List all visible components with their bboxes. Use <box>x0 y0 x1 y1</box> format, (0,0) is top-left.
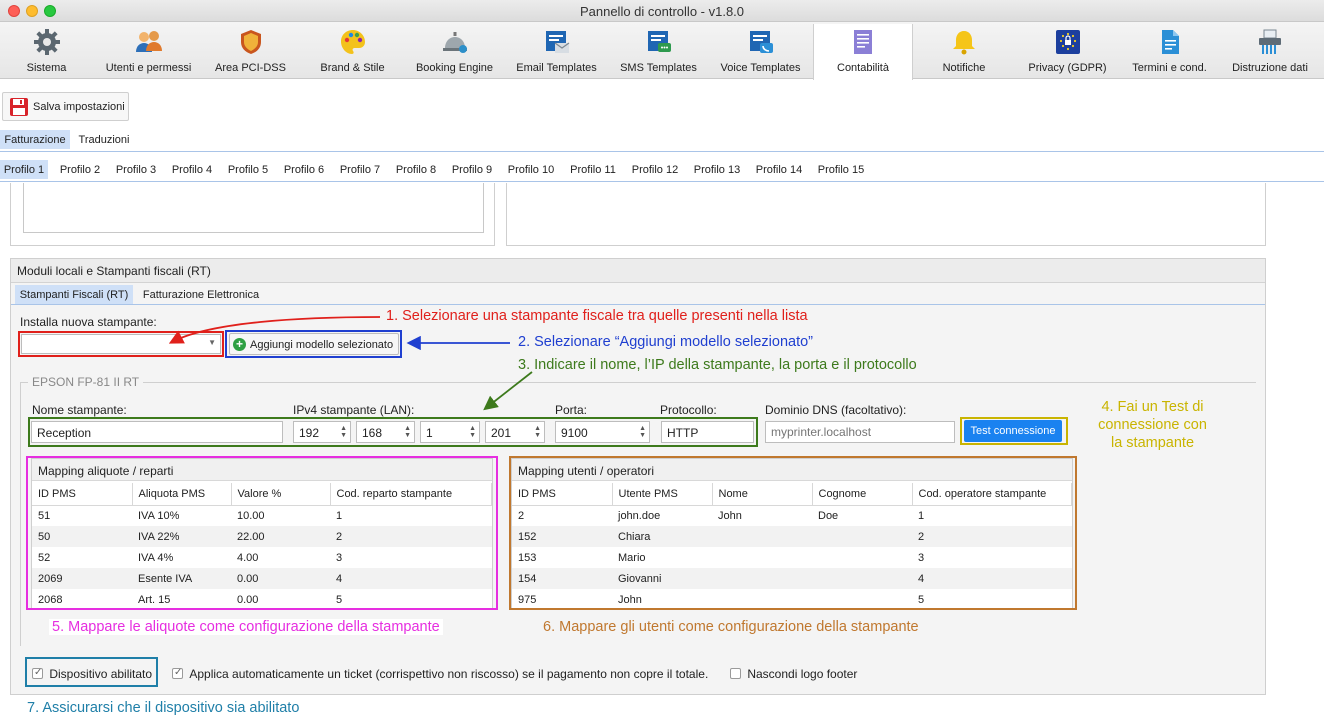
toolbar-item-email-templates[interactable]: Email Templates <box>501 24 612 79</box>
step7-note: 7. Assicurarsi che il dispositivo sia ab… <box>27 700 300 716</box>
bell-icon <box>953 31 975 55</box>
step1-highlight <box>18 331 224 357</box>
toolbar-item-contabilita[interactable]: Contabilità <box>813 24 913 80</box>
tab-profilo-10[interactable]: Profilo 10 <box>503 160 559 179</box>
upper-left-panel <box>10 183 495 246</box>
tab-profilo-15[interactable]: Profilo 15 <box>813 160 869 179</box>
step3-note: 3. Indicare il nome, l’IP della stampant… <box>518 357 917 373</box>
toolbar-item-utenti[interactable]: Utenti e permessi <box>93 24 204 79</box>
toolbar-item-voice-templates[interactable]: Voice Templates <box>705 24 816 79</box>
window-title: Pannello di controllo - v1.8.0 <box>579 4 745 19</box>
hide-logo-checkbox[interactable]: Nascondi logo footer <box>730 667 857 681</box>
gear-icon <box>33 29 60 55</box>
tab-fatturazione[interactable]: Fatturazione <box>0 130 70 149</box>
toolbar-item-privacy[interactable]: Privacy (GDPR) <box>1012 24 1123 79</box>
toolbar-label: Sistema <box>26 62 67 74</box>
toolbar-label: Termini e cond. <box>1132 62 1207 74</box>
protocol-label: Protocollo: <box>660 403 717 417</box>
printer-group-title: EPSON FP-81 II RT <box>28 375 144 389</box>
toolbar-item-sms-templates[interactable]: SMS Templates <box>612 24 705 79</box>
toolbar-label: Booking Engine <box>415 62 494 74</box>
toolbar-label: Notifiche <box>942 62 986 74</box>
toolbar-label: Utenti e permessi <box>105 62 192 74</box>
tab-profilo-9[interactable]: Profilo 9 <box>447 160 497 179</box>
toolbar-label: Contabilità <box>837 62 889 74</box>
toolbar-label: Voice Templates <box>720 62 801 74</box>
toolbar-label: SMS Templates <box>620 62 697 74</box>
printer-ip-label: IPv4 stampante (LAN): <box>293 403 415 417</box>
toolbar-item-termini[interactable]: Termini e cond. <box>1123 24 1216 79</box>
upper-left-textarea[interactable] <box>23 183 484 233</box>
ledger-icon <box>854 30 872 54</box>
checkbox-unchecked-icon <box>730 668 741 679</box>
toolbar-label: Area PCI-DSS <box>215 62 286 74</box>
voice-template-icon <box>749 31 773 53</box>
shredder-icon <box>1259 29 1281 54</box>
tab-profilo-11[interactable]: Profilo 11 <box>565 160 621 179</box>
checkbox-checked-icon <box>172 667 183 679</box>
window-titlebar: Pannello di controllo - v1.8.0 <box>0 0 1324 22</box>
shield-icon <box>240 30 261 54</box>
document-icon <box>1161 30 1179 54</box>
tab-profilo-12[interactable]: Profilo 12 <box>627 160 683 179</box>
rt-section-title: Moduli locali e Stampanti fiscali (RT) <box>17 264 211 278</box>
toolbar-item-pci-dss[interactable]: Area PCI-DSS <box>204 24 297 79</box>
port-label: Porta: <box>555 403 588 417</box>
toolbar-item-notifiche[interactable]: Notifiche <box>916 24 1012 79</box>
tab-profilo-5[interactable]: Profilo 5 <box>223 160 273 179</box>
floppy-disk-icon <box>10 98 28 116</box>
step5-note: 5. Mappare le aliquote come configurazio… <box>49 619 443 635</box>
email-template-icon <box>545 31 569 53</box>
toolbar-item-sistema[interactable]: Sistema <box>0 24 93 79</box>
dns-input[interactable] <box>765 421 955 443</box>
users-icon <box>135 31 162 52</box>
step5-highlight <box>26 456 498 610</box>
tab-profilo-8[interactable]: Profilo 8 <box>391 160 441 179</box>
step4-note: 4. Fai un Test di connessione con la sta… <box>1098 399 1207 451</box>
step1-note: 1. Selezionare una stampante fiscale tra… <box>386 308 808 324</box>
gdpr-lock-icon <box>1055 30 1080 54</box>
tab-profilo-14[interactable]: Profilo 14 <box>751 160 807 179</box>
tab-fatturazione-elettronica[interactable]: Fatturazione Elettronica <box>139 285 263 304</box>
auto-ticket-label: Applica automaticamente un ticket (corri… <box>189 667 709 681</box>
step2-note: 2. Selezionare “Aggiungi modello selezio… <box>518 334 814 350</box>
sms-template-icon <box>647 31 671 52</box>
toolbar-item-distruzione[interactable]: Distruzione dati <box>1216 24 1324 79</box>
step7-highlight <box>25 657 158 687</box>
auto-ticket-checkbox[interactable]: Applica automaticamente un ticket (corri… <box>172 667 708 681</box>
profile-tab-bar: Profilo 1 Profilo 2 Profilo 3 Profilo 4 … <box>0 160 1324 182</box>
main-toolbar: Sistema Utenti e permessi Area PCI-DSS B… <box>0 22 1324 80</box>
tab-stampanti-fiscali[interactable]: Stampanti Fiscali (RT) <box>15 285 133 304</box>
main-tab-bar: Fatturazione Traduzioni <box>0 130 1324 152</box>
tab-profilo-7[interactable]: Profilo 7 <box>335 160 385 179</box>
step2-highlight <box>225 330 402 358</box>
service-bell-icon <box>442 32 467 53</box>
save-settings-label: Salva impostazioni <box>33 101 125 113</box>
toolbar-label: Brand & Stile <box>320 62 385 74</box>
tab-profilo-2[interactable]: Profilo 2 <box>55 160 105 179</box>
tab-profilo-3[interactable]: Profilo 3 <box>111 160 161 179</box>
upper-right-panel <box>506 183 1266 246</box>
step6-highlight <box>509 456 1077 610</box>
dns-label: Dominio DNS (facoltativo): <box>765 403 907 417</box>
tab-profilo-1[interactable]: Profilo 1 <box>0 160 48 179</box>
toolbar-item-brand[interactable]: Brand & Stile <box>297 24 408 79</box>
toolbar-label: Email Templates <box>516 62 597 74</box>
step6-note: 6. Mappare gli utenti come configurazion… <box>543 619 919 635</box>
step3-highlight <box>28 417 758 447</box>
install-printer-label: Installa nuova stampante: <box>20 315 157 329</box>
hide-logo-label: Nascondi logo footer <box>747 667 858 681</box>
toolbar-item-booking[interactable]: Booking Engine <box>408 24 501 79</box>
tab-profilo-4[interactable]: Profilo 4 <box>167 160 217 179</box>
tab-traduzioni[interactable]: Traduzioni <box>74 130 134 149</box>
save-settings-button[interactable]: Salva impostazioni <box>2 92 129 121</box>
step4-highlight <box>960 417 1068 445</box>
tab-profilo-6[interactable]: Profilo 6 <box>279 160 329 179</box>
tab-profilo-13[interactable]: Profilo 13 <box>689 160 745 179</box>
toolbar-label: Privacy (GDPR) <box>1028 62 1107 74</box>
toolbar-label: Distruzione dati <box>1232 62 1308 74</box>
palette-icon <box>340 30 365 54</box>
printer-name-label: Nome stampante: <box>32 403 127 417</box>
